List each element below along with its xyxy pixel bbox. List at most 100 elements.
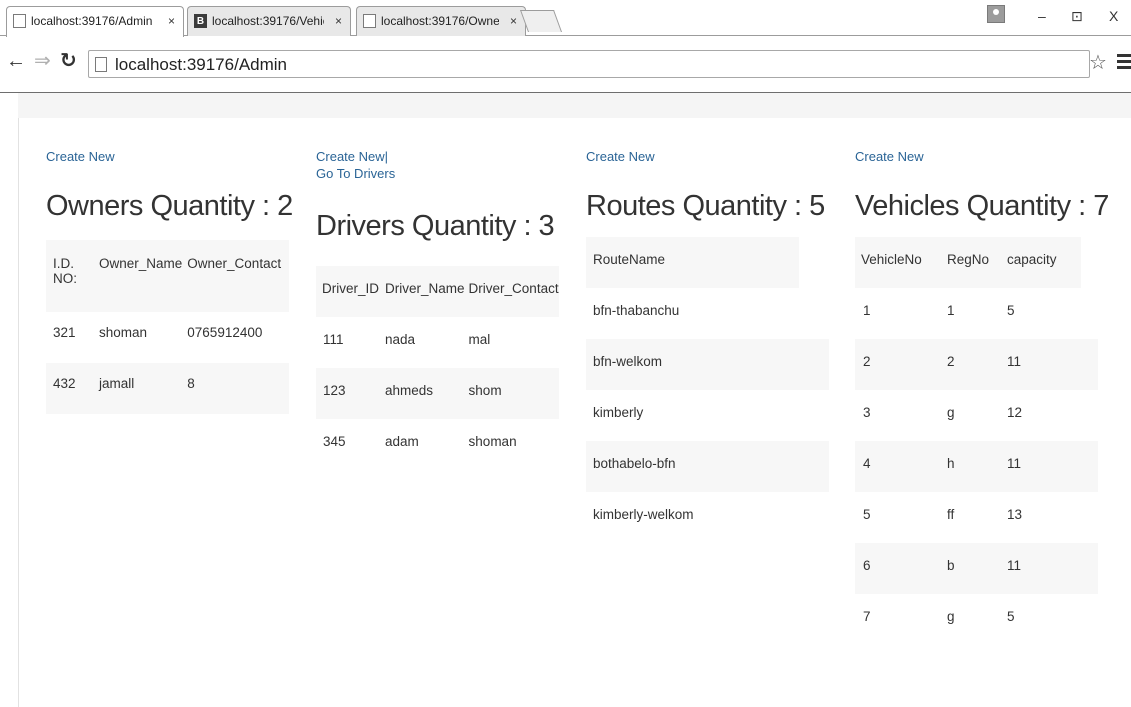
table-cell: ahmeds: [385, 383, 434, 398]
table-row: 4 h 11: [855, 441, 1098, 492]
column-header: Driver_Contact: [468, 281, 559, 296]
table-cell: kimberly: [593, 405, 644, 420]
table-row: 1 1 5: [855, 288, 1098, 339]
go-to-drivers-link[interactable]: Go To Drivers: [316, 165, 562, 182]
table-cell: 3: [863, 405, 871, 420]
star-icon[interactable]: ☆: [1089, 50, 1107, 75]
table-row: 111 nada mal: [316, 317, 559, 368]
column-header: RegNo: [945, 237, 1007, 288]
table-cell: 123: [323, 383, 346, 398]
table-row: 3 g 12: [855, 390, 1098, 441]
table-cell: 5: [863, 507, 871, 522]
vehicles-table: VehicleNo RegNo capacity 1 1 5 2 2 11 3 …: [855, 237, 1098, 645]
header-spacer: [799, 237, 829, 288]
table-cell: 6: [863, 558, 871, 573]
routes-table: RouteName bfn-thabanchu bfn-welkom kimbe…: [586, 237, 829, 543]
tab-vehicle[interactable]: B localhost:39176/Vehicle?V ×: [187, 6, 351, 36]
close-icon[interactable]: ×: [335, 7, 342, 35]
table-row: 2 2 11: [855, 339, 1098, 390]
tab-strip: localhost:39176/Admin × B localhost:3917…: [0, 0, 1131, 37]
table-cell: 111: [323, 332, 344, 347]
table-cell: 11: [1007, 456, 1022, 471]
column-header: Driver_ID: [322, 281, 380, 296]
vehicles-quantity-title: Vehicles Quantity : 7: [855, 190, 1109, 222]
table-row: kimberly: [586, 390, 829, 441]
table-cell: 11: [1007, 558, 1022, 573]
owners-create-new-link[interactable]: Create New: [46, 148, 292, 165]
maximize-icon[interactable]: ⊡: [1071, 8, 1083, 25]
address-bar[interactable]: localhost:39176/Admin: [88, 50, 1090, 78]
table-cell: 11: [1007, 354, 1022, 369]
drivers-create-new-link[interactable]: Create New|: [316, 148, 562, 165]
table-header-row: Driver_ID Driver_Name Driver_Contact: [316, 266, 559, 317]
table-cell: 12: [1007, 405, 1023, 420]
tab-admin[interactable]: localhost:39176/Admin ×: [6, 6, 184, 37]
table-row: 7 g 5: [855, 594, 1098, 645]
drivers-section: Create New| Go To Drivers Drivers Quanti…: [316, 118, 562, 470]
table-row: bothabelo-bfn: [586, 441, 829, 492]
column-header: Driver_Name: [385, 281, 465, 296]
close-window-icon[interactable]: X: [1109, 8, 1118, 24]
new-tab-button[interactable]: [519, 10, 563, 32]
table-header-row: I.D. NO: Owner_Name Owner_Contact: [46, 240, 289, 312]
table-cell: 2: [947, 354, 955, 369]
tab-owner[interactable]: localhost:39176/Owner?O ×: [356, 6, 526, 36]
table-cell: bfn-welkom: [593, 354, 663, 369]
table-cell: mal: [468, 332, 491, 347]
header-spacer: [1081, 237, 1098, 288]
table-cell: shom: [468, 383, 502, 398]
table-cell: shoman: [468, 434, 517, 449]
table-cell: nada: [385, 332, 416, 347]
back-arrow-icon[interactable]: ←: [6, 50, 26, 72]
page-icon: [363, 14, 376, 28]
table-row: kimberly-welkom: [586, 492, 829, 543]
table-cell: 4: [863, 456, 871, 471]
routes-section: Create New Routes Quantity : 5 RouteName…: [586, 118, 832, 543]
table-cell: 1: [863, 303, 871, 318]
table-cell: g: [947, 405, 955, 420]
table-cell: h: [947, 456, 955, 471]
table-cell: 7: [863, 609, 871, 624]
table-cell: 321: [53, 325, 76, 340]
table-cell: 8: [187, 376, 195, 391]
vehicles-section: Create New Vehicles Quantity : 7 Vehicle…: [855, 118, 1109, 645]
table-cell: shoman: [99, 325, 148, 340]
table-header-row: RouteName: [586, 237, 829, 288]
close-icon[interactable]: ×: [510, 7, 517, 35]
page-header-band: [18, 93, 1131, 118]
drivers-table: Driver_ID Driver_Name Driver_Contact 111…: [316, 266, 559, 470]
table-header-row: VehicleNo RegNo capacity: [855, 237, 1098, 288]
owners-section: Create New Owners Quantity : 2 I.D. NO: …: [46, 118, 293, 414]
table-row: 5 ff 13: [855, 492, 1098, 543]
column-header: Owner_Contact: [187, 256, 282, 271]
column-header: VehicleNo: [855, 237, 945, 288]
page-left-border: [18, 118, 19, 707]
routes-create-new-link[interactable]: Create New: [586, 148, 832, 165]
table-cell: adam: [385, 434, 419, 449]
table-cell: bothabelo-bfn: [593, 456, 676, 471]
column-header: RouteName: [593, 252, 666, 267]
drivers-quantity-title: Drivers Quantity : 3: [316, 210, 555, 242]
table-cell: ff: [947, 507, 955, 522]
table-cell: 2: [863, 354, 871, 369]
table-row: 321 shoman 0765912400: [46, 312, 289, 363]
url-text: localhost:39176/Admin: [115, 55, 288, 74]
reload-icon[interactable]: ↻: [60, 50, 77, 72]
close-icon[interactable]: ×: [168, 7, 175, 35]
table-row: 432 jamall 8: [46, 363, 289, 414]
table-row: bfn-thabanchu: [586, 288, 829, 339]
table-row: 123 ahmeds shom: [316, 368, 559, 419]
table-cell: 1: [947, 303, 955, 318]
table-cell: 432: [53, 376, 76, 391]
owners-table: I.D. NO: Owner_Name Owner_Contact 321 sh…: [46, 240, 289, 414]
minimize-icon[interactable]: –: [1038, 8, 1046, 24]
table-cell: g: [947, 609, 955, 624]
menu-icon[interactable]: [1117, 54, 1131, 72]
tab-title: localhost:39176/Vehicle?V: [212, 14, 324, 28]
table-row: bfn-welkom: [586, 339, 829, 390]
owners-quantity-title: Owners Quantity : 2: [46, 190, 293, 222]
profile-icon[interactable]: [987, 5, 1005, 23]
vehicles-create-new-link[interactable]: Create New: [855, 148, 1105, 165]
forward-arrow-icon[interactable]: ⇒: [34, 50, 51, 72]
table-cell: b: [947, 558, 955, 573]
